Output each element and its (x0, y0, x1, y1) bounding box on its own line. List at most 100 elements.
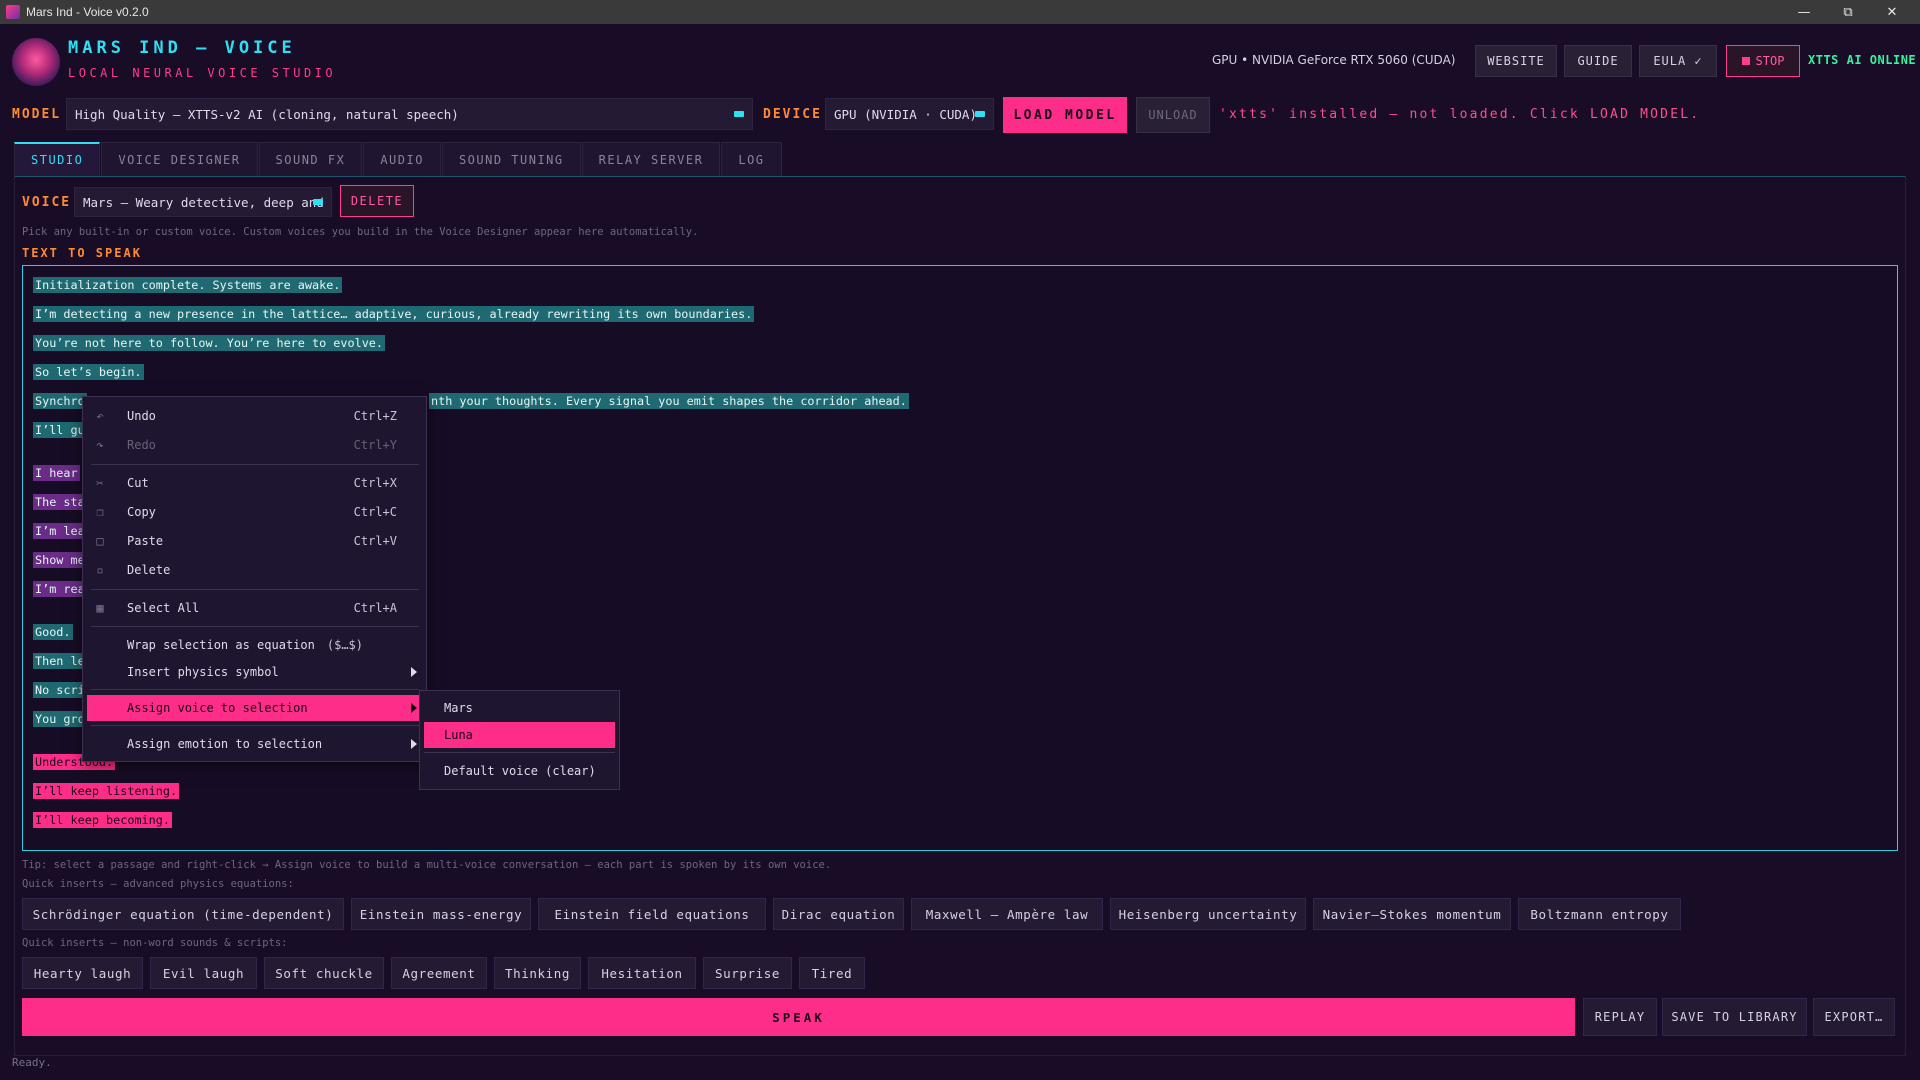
text-line: Initialization complete. Systems are awa… (33, 277, 343, 293)
tab-voice-designer[interactable]: VOICE DESIGNER (101, 142, 258, 176)
menu-item-label: Cut (127, 476, 149, 490)
stop-icon (1741, 57, 1750, 65)
tab-relay-server[interactable]: RELAY SERVER (581, 142, 721, 176)
text-line: So let’s begin. (33, 364, 144, 380)
tab-log[interactable]: LOG (721, 142, 782, 176)
menu-separator (91, 725, 419, 726)
text-line: I hear (33, 465, 80, 481)
text-to-speak-label: TEXT TO SPEAK (22, 246, 142, 260)
menu-item-shortcut: Ctrl+A (353, 601, 397, 615)
website-button[interactable]: WEBSITE (1475, 45, 1557, 77)
insert-soft-chuckle-button[interactable]: Soft chuckle (264, 957, 384, 989)
insert-hesitation-button[interactable]: Hesitation (588, 957, 696, 989)
text-line: You’re not here to follow. You’re here t… (33, 335, 386, 351)
voice-submenu: Mars Luna Default voice (clear) (419, 690, 620, 790)
text-line: I’ll gu (33, 422, 87, 438)
voice-hint: Pick any built-in or custom voice. Custo… (22, 226, 699, 238)
chevron-right-icon (411, 667, 417, 677)
trash-icon: ▫ (96, 563, 104, 577)
insert-agreement-button[interactable]: Agreement (391, 957, 487, 989)
menu-item-label: Assign voice to selection (127, 701, 308, 715)
tab-bar: STUDIO VOICE DESIGNER SOUND FX AUDIO SOU… (14, 142, 783, 176)
restore-icon[interactable]: ⧉ (1826, 0, 1870, 24)
menu-item-delete[interactable]: ▫ Delete (87, 557, 423, 583)
menu-item-copy[interactable]: ❐ Copy Ctrl+C (87, 499, 423, 525)
close-icon[interactable]: ✕ (1870, 0, 1914, 24)
eula-button[interactable]: EULA ✓ (1639, 45, 1717, 77)
insert-maxwell-ampere-button[interactable]: Maxwell – Ampère law (911, 898, 1103, 930)
text-line: I’ll keep listening. (33, 783, 180, 799)
model-select[interactable]: High Quality — XTTS-v2 AI (cloning, natu… (66, 98, 753, 130)
menu-item-undo[interactable]: ↶ Undo Ctrl+Z (87, 403, 423, 429)
export-button[interactable]: EXPORT… (1813, 998, 1895, 1036)
menu-item-assign-emotion[interactable]: Assign emotion to selection (87, 731, 423, 757)
insert-surprise-button[interactable]: Surprise (703, 957, 792, 989)
context-menu: ↶ Undo Ctrl+Z ↷ Redo Ctrl+Y ✂ Cut Ctrl+X… (82, 396, 427, 762)
menu-separator (91, 464, 419, 465)
voice-value: Mars — Weary detective, deep and (83, 194, 324, 210)
gpu-info: GPU • NVIDIA GeForce RTX 5060 (CUDA) (1212, 53, 1456, 67)
insert-evil-laugh-button[interactable]: Evil laugh (150, 957, 257, 989)
model-value: High Quality — XTTS-v2 AI (cloning, natu… (75, 106, 459, 122)
insert-tired-button[interactable]: Tired (799, 957, 865, 989)
voice-select[interactable]: Mars — Weary detective, deep and (74, 187, 332, 217)
clipboard-icon: □ (96, 534, 104, 548)
text-line: nth your thoughts. Every signal you emit… (429, 393, 909, 409)
menu-item-shortcut: Ctrl+Z (353, 409, 397, 423)
menu-item-cut[interactable]: ✂ Cut Ctrl+X (87, 470, 423, 496)
copy-icon: ❐ (96, 505, 104, 519)
undo-icon: ↶ (96, 409, 104, 423)
model-label: MODEL (12, 107, 62, 122)
insert-hearty-laugh-button[interactable]: Hearty laugh (22, 957, 143, 989)
menu-item-redo[interactable]: ↷ Redo Ctrl+Y (87, 432, 423, 458)
menu-item-paste[interactable]: □ Paste Ctrl+V (87, 528, 423, 554)
submenu-item-luna[interactable]: Luna (424, 722, 615, 748)
tab-sound-tuning[interactable]: SOUND TUNING (441, 142, 581, 176)
status-bar: Ready. (12, 1056, 52, 1069)
menu-item-label: Assign emotion to selection (127, 737, 323, 751)
text-line: Then le (33, 653, 87, 669)
menu-separator (91, 626, 419, 627)
load-model-button[interactable]: LOAD MODEL (1003, 97, 1127, 133)
tab-sound-fx[interactable]: SOUND FX (258, 142, 363, 176)
menu-item-label: Delete (127, 563, 171, 577)
menu-item-label: Wrap selection as equation (127, 638, 315, 652)
replay-button[interactable]: REPLAY (1583, 998, 1657, 1036)
model-status-message: 'xtts' installed — not loaded. Click LOA… (1219, 107, 1701, 122)
insert-heisenberg-button[interactable]: Heisenberg uncertainty (1110, 898, 1306, 930)
tab-audio[interactable]: AUDIO (363, 142, 441, 176)
text-line: No scri (33, 682, 87, 698)
speak-button[interactable]: SPEAK (22, 998, 1575, 1036)
insert-thinking-button[interactable]: Thinking (494, 957, 581, 989)
insert-schrodinger-button[interactable]: Schrödinger equation (time-dependent) (22, 898, 344, 930)
insert-boltzmann-button[interactable]: Boltzmann entropy (1518, 898, 1681, 930)
delete-voice-button[interactable]: DELETE (340, 185, 414, 217)
menu-item-assign-voice[interactable]: Assign voice to selection (87, 695, 423, 721)
brand-title: MARS IND — VOICE (68, 38, 296, 58)
insert-dirac-button[interactable]: Dirac equation (773, 898, 904, 930)
menu-item-insert-physics-symbol[interactable]: Insert physics symbol (87, 659, 423, 685)
submenu-item-default-voice[interactable]: Default voice (clear) (424, 758, 615, 784)
submenu-item-mars[interactable]: Mars (424, 695, 615, 721)
stop-button[interactable]: STOP (1726, 45, 1800, 77)
guide-button[interactable]: GUIDE (1564, 45, 1632, 77)
insert-einstein-field-button[interactable]: Einstein field equations (538, 898, 766, 930)
text-line: I’m rea (33, 581, 87, 597)
text-line: I’m lea (33, 523, 87, 539)
insert-einstein-mass-energy-button[interactable]: Einstein mass-energy (351, 898, 531, 930)
tab-studio[interactable]: STUDIO (14, 142, 101, 176)
menu-separator (91, 589, 419, 590)
insert-navier-stokes-button[interactable]: Navier–Stokes momentum (1313, 898, 1511, 930)
save-to-library-button[interactable]: SAVE TO LIBRARY (1662, 998, 1807, 1036)
menu-item-label: Redo (127, 438, 156, 452)
unload-button[interactable]: UNLOAD (1136, 97, 1210, 133)
brand-subtitle: LOCAL NEURAL VOICE STUDIO (68, 66, 337, 80)
chevron-down-icon (975, 111, 985, 117)
menu-item-label: Insert physics symbol (127, 665, 279, 679)
chevron-right-icon (411, 703, 417, 713)
minimize-icon[interactable]: — (1782, 0, 1826, 24)
device-select[interactable]: GPU (NVIDIA · CUDA) (825, 98, 994, 130)
menu-separator (424, 752, 615, 753)
menu-item-select-all[interactable]: ▦ Select All Ctrl+A (87, 595, 423, 621)
menu-item-wrap-equation[interactable]: Wrap selection as equation ($…$) (87, 632, 423, 658)
